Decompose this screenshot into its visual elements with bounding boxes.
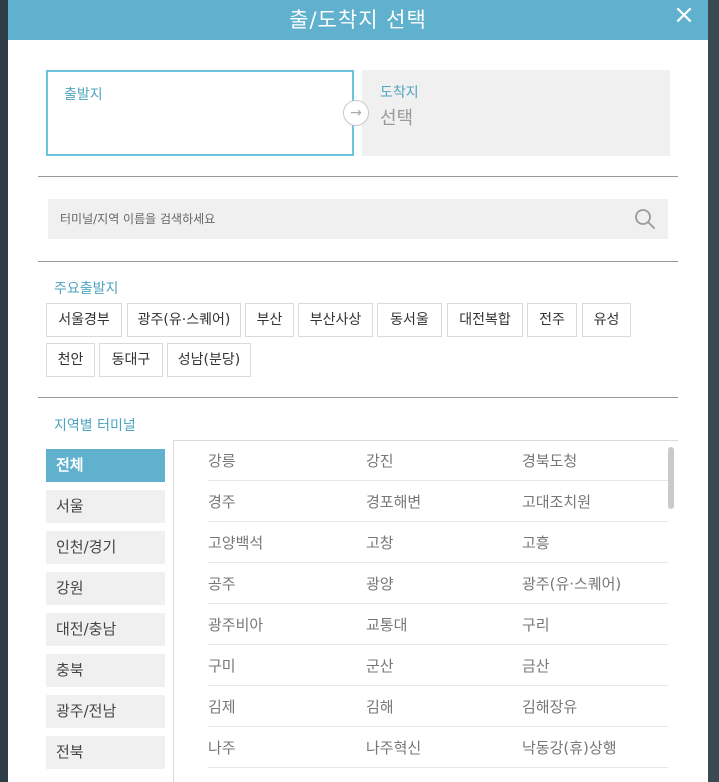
terminal-item[interactable]: 경주 [208, 491, 236, 512]
origin-chip[interactable]: 광주(유·스퀘어) [127, 303, 241, 337]
origin-chip[interactable]: 부산 [245, 303, 294, 337]
table-row: 김제 김해 김해장유 [208, 686, 668, 727]
origin-chip[interactable]: 유성 [582, 303, 631, 337]
destination-field[interactable]: 도착지 선택 [362, 70, 670, 156]
region-tab-all[interactable]: 전체 [46, 449, 165, 482]
terminal-item[interactable]: 광양 [366, 573, 394, 594]
divider [173, 440, 174, 782]
terminal-item[interactable]: 공주 [208, 573, 236, 594]
table-row: 고양백석 고창 고흥 [208, 522, 668, 563]
origin-chip[interactable]: 동서울 [377, 303, 442, 337]
table-row: 나주 나주혁신 낙동강(휴)상행 [208, 727, 668, 768]
terminal-item[interactable]: 광주(유·스퀘어) [522, 573, 621, 594]
terminal-item[interactable]: 교통대 [366, 614, 407, 635]
terminal-item[interactable]: 낙동강(휴)상행 [522, 737, 617, 758]
table-row: 구미 군산 금산 [208, 645, 668, 686]
origin-chip[interactable]: 성남(분당) [167, 343, 251, 377]
region-tab-incheon-gyeonggi[interactable]: 인천/경기 [46, 531, 165, 564]
terminal-item[interactable]: 고창 [366, 532, 394, 553]
terminal-item[interactable]: 강진 [366, 450, 394, 471]
region-tab-jeonbuk[interactable]: 전북 [46, 736, 165, 769]
scrollbar[interactable] [668, 447, 674, 509]
terminal-item[interactable]: 강릉 [208, 450, 236, 471]
region-tab-gwangju-jeonnam[interactable]: 광주/전남 [46, 695, 165, 728]
terminal-item[interactable]: 김제 [208, 696, 236, 717]
divider [38, 397, 678, 398]
table-row: 광주비아 교통대 구리 [208, 604, 668, 645]
modal-header: 출/도착지 선택 × [8, 0, 708, 40]
backdrop-right-strip [708, 0, 719, 782]
divider [38, 261, 678, 262]
region-tab-gangwon[interactable]: 강원 [46, 572, 165, 605]
destination-label: 도착지 [380, 85, 419, 101]
search-input[interactable] [60, 199, 620, 239]
origin-chip[interactable]: 천안 [46, 343, 95, 377]
table-row: 경주 경포해변 고대조치원 [208, 481, 668, 522]
search-bar [48, 199, 668, 239]
terminal-item[interactable]: 금산 [522, 655, 550, 676]
modal-title: 출/도착지 선택 [289, 8, 427, 32]
terminal-list: 강릉 강진 경북도청 경주 경포해변 고대조치원 고양백석 고창 고흥 공주 광… [208, 440, 668, 782]
search-icon[interactable] [634, 208, 656, 230]
terminal-item[interactable]: 구리 [522, 614, 550, 635]
origin-chip[interactable]: 서울경부 [46, 303, 122, 337]
table-row: 공주 광양 광주(유·스퀘어) [208, 563, 668, 604]
origin-label: 출발지 [64, 87, 103, 103]
major-origins-title: 주요출발지 [54, 281, 119, 297]
terminal-item[interactable]: 구미 [208, 655, 236, 676]
terminal-select-modal: 출/도착지 선택 × 출발지 → 도착지 선택 주요출발지 서울경부 광주(유·… [8, 0, 708, 782]
destination-value: 선택 [380, 108, 414, 129]
terminal-item[interactable]: 경포해변 [366, 491, 421, 512]
backdrop-left-strip [0, 0, 8, 782]
terminal-item[interactable]: 광주비아 [208, 614, 263, 635]
region-tab-daejeon-chungnam[interactable]: 대전/충남 [46, 613, 165, 646]
terminal-item[interactable]: 나주 [208, 737, 236, 758]
origin-chip[interactable]: 부산사상 [298, 303, 373, 337]
close-icon[interactable]: × [672, 2, 696, 28]
terminal-item[interactable]: 김해장유 [522, 696, 577, 717]
region-tab-seoul[interactable]: 서울 [46, 490, 165, 523]
table-row: 강릉 강진 경북도청 [208, 440, 668, 481]
terminal-item[interactable]: 고양백석 [208, 532, 263, 553]
terminal-item[interactable]: 경북도청 [522, 450, 577, 471]
route-selector: 출발지 → 도착지 선택 [46, 70, 670, 156]
regional-terminals-title: 지역별 터미널 [54, 418, 136, 434]
terminal-item[interactable]: 고대조치원 [522, 491, 591, 512]
terminal-item[interactable]: 나주혁신 [366, 737, 421, 758]
divider [38, 176, 678, 177]
terminal-item[interactable]: 고흥 [522, 532, 550, 553]
terminal-item[interactable]: 김해 [366, 696, 394, 717]
region-tab-chungbuk[interactable]: 충북 [46, 654, 165, 687]
terminal-item[interactable]: 군산 [366, 655, 394, 676]
origin-chip[interactable]: 동대구 [99, 343, 163, 377]
origin-chip[interactable]: 전주 [527, 303, 577, 337]
origin-field[interactable]: 출발지 [46, 70, 354, 156]
origin-chip[interactable]: 대전복합 [447, 303, 523, 337]
arrow-right-icon: → [343, 100, 369, 126]
